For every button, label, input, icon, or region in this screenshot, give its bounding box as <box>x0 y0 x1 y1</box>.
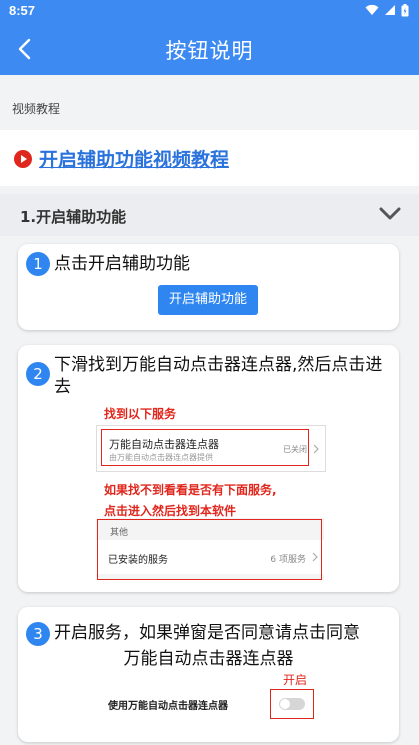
battery-icon <box>401 3 409 16</box>
step3-text-line2: 万能自动点击器连点器 <box>123 649 294 669</box>
video-tutorial-label: 开启辅助功能视频教程 <box>39 149 230 171</box>
step3-card: 3 开启服务，如果弹窗是否同意请点击同意 万能自动点击器连点器 开启 使用万能自… <box>18 607 399 742</box>
collapse-title: 1.开启辅助功能 <box>20 208 127 226</box>
chevron-right-icon <box>313 444 319 454</box>
step1-text: 点击开启辅助功能 <box>54 254 190 274</box>
chevron-down-icon[interactable] <box>379 206 401 222</box>
toggle-knob <box>280 699 290 709</box>
video-tutorial-link[interactable]: 开启辅助功能视频教程 <box>13 145 229 172</box>
status-icons <box>365 3 409 17</box>
collapse-header[interactable]: 1.开启辅助功能 <box>0 194 419 236</box>
enable-accessibility-button[interactable]: 开启辅助功能 <box>158 285 258 315</box>
step1-number: 1 <box>26 252 50 276</box>
section-label: 视频教程 <box>12 102 61 116</box>
step3-text-line1: 开启服务，如果弹窗是否同意请点击同意 <box>54 623 360 643</box>
service-toggle[interactable] <box>279 698 305 710</box>
page-title: 按钮说明 <box>165 39 254 63</box>
service-highlight-box <box>101 429 309 466</box>
installed-highlight-box <box>97 519 322 580</box>
step2-number: 2 <box>26 362 50 386</box>
status-time: 8:57 <box>9 3 36 18</box>
step2-text: 下滑找到万能自动点击器连点器,然后点击进去 <box>54 355 383 397</box>
step1-card: 1 点击开启辅助功能 开启辅助功能 <box>18 244 399 330</box>
signal-icon <box>385 5 395 15</box>
step3-number: 3 <box>26 622 50 646</box>
step2-card: 2 下滑找到万能自动点击器连点器,然后点击进去 找到以下服务 万能自动点击器连点… <box>18 345 399 592</box>
toggle-label: 使用万能自动点击器连点器 <box>108 701 228 712</box>
step2-hint2-line2: 点击进入然后找到本软件 <box>104 504 237 518</box>
play-icon <box>14 149 32 168</box>
step2-hint1: 找到以下服务 <box>104 407 177 421</box>
app-bar: 8:57 按钮说明 <box>0 0 419 75</box>
wifi-icon <box>365 4 379 15</box>
toggle-hint: 开启 <box>283 673 308 687</box>
step2-hint2-line1: 如果找不到看看是否有下面服务, <box>104 483 277 497</box>
toggle-highlight-box <box>270 689 314 719</box>
